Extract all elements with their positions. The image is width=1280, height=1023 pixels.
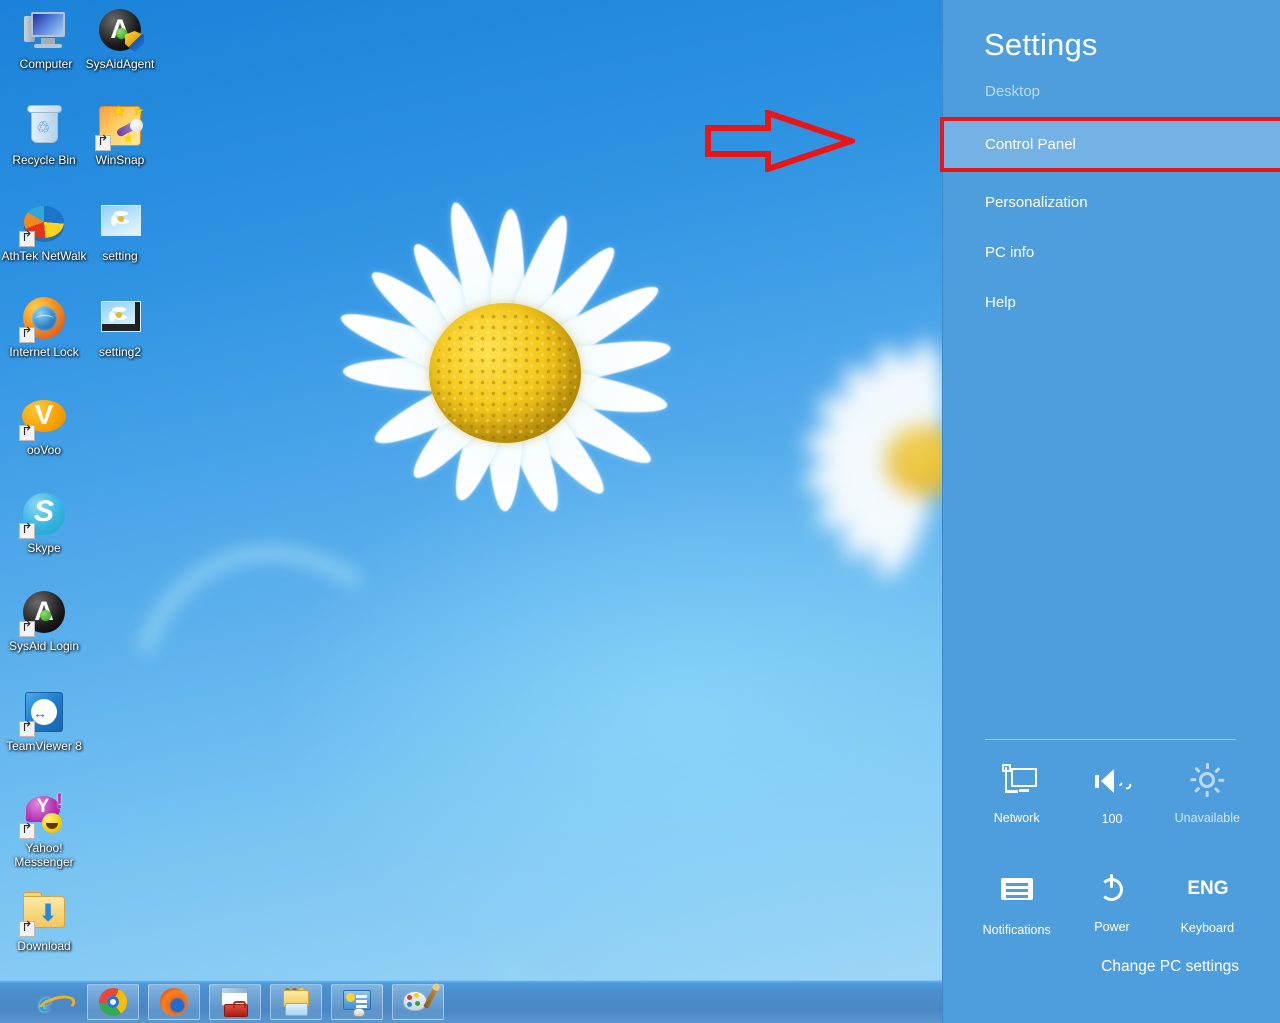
power-icon [1064,873,1159,913]
charm-item-personalization[interactable]: Personalization [943,185,1280,219]
firefox-icon [159,987,189,1017]
quick-setting-power[interactable]: Power [1064,870,1159,937]
desktop-icon-label: SysAid Login [8,639,80,653]
taskbar-button-google-chrome[interactable] [87,984,139,1020]
folder-icon [281,987,311,1017]
taskbar-button-internet-explorer[interactable]: e [26,984,78,1020]
taskbar-button-toolbox-app[interactable] [209,984,261,1020]
wallpaper-stem [409,608,942,985]
notifications-icon [969,876,1064,916]
internet-lock-icon [19,294,68,343]
keyboard-language-glyph: ENG [1187,878,1229,899]
charm-item-control-panel[interactable]: Control Panel [940,117,1280,172]
oovoo-icon [19,392,68,441]
paint-palette-icon [403,987,438,1017]
recycle-bin-icon: ♲ [20,102,68,150]
taskbar[interactable]: e [0,980,942,1023]
screen-root: Computer SysAidAgent ♲ Recycle Bin ★★ ★ … [0,0,1280,1023]
network-icon [969,764,1064,804]
charm-item-label: Personalization [985,193,1088,211]
skype-icon [19,490,68,539]
desktop-icon-label: SysAidAgent [85,57,155,71]
settings-charm-panel: Settings Desktop Control Panel Personali… [940,0,1280,1023]
control-panel-icon [342,987,372,1017]
keyboard-icon: ENG [1160,874,1255,914]
quick-setting-label: Power [1094,920,1130,934]
desktop-icon-label: ooVoo [26,443,62,457]
quick-setting-label: Keyboard [1180,921,1235,935]
winsnap-icon: ★ ★ ★ [95,102,144,151]
quick-setting-keyboard[interactable]: ENG Keyboard [1160,870,1255,937]
change-pc-settings-link[interactable]: Change PC settings [1101,958,1239,976]
quick-setting-notifications[interactable]: Notifications [969,870,1064,937]
quick-setting-volume[interactable]: 100 [1064,762,1159,826]
computer-icon [22,6,70,54]
charm-item-label: Help [985,293,1016,311]
teamviewer-icon: ↔ [19,688,68,737]
desktop-icon-download[interactable]: ⬇ Download [0,888,90,953]
charm-subtitle: Desktop [985,83,1041,100]
desktop-icon-label: WinSnap [95,153,145,167]
quick-setting-brightness[interactable]: Unavailable [1160,762,1255,826]
red-arrow-annotation [705,110,855,172]
desktop-icon-winsnap[interactable]: ★★ ★ WinSnap [74,102,166,167]
internet-explorer-icon: e [39,987,51,1017]
athtek-netwalk-icon [19,198,68,247]
charm-title: Settings [984,27,1098,62]
chrome-icon [98,987,128,1017]
wallpaper-daisy [270,95,740,655]
brightness-icon [1160,763,1255,804]
charm-divider [985,739,1236,740]
desktop-icon-label: setting2 [98,345,142,359]
volume-icon [1064,765,1159,805]
desktop-icon-skype[interactable]: Skype [0,490,90,555]
desktop-icon-setting[interactable]: setting [74,198,166,263]
desktop-icon-sysaidagent[interactable]: SysAidAgent [74,6,166,71]
quick-setting-network[interactable]: Network [969,762,1064,826]
desktop-icon-label: setting [102,249,138,263]
charm-item-label: PC info [985,243,1035,261]
quick-setting-label: Notifications [982,923,1051,937]
sysaid-agent-icon [96,6,144,54]
taskbar-button-file-explorer[interactable] [270,984,322,1020]
taskbar-button-mozilla-firefox[interactable] [148,984,200,1020]
quick-setting-label: 100 [1101,812,1123,826]
screenshot-thumbnail-icon [96,294,144,342]
desktop-icon-teamviewer[interactable]: ↔ TeamViewer 8 [0,688,90,753]
desktop-icon-label: Yahoo! Messenger [14,841,74,869]
desktop-icon-oovoo[interactable]: ooVoo [0,392,90,457]
charm-item-pc-info[interactable]: PC info [943,235,1280,269]
desktop-icon-yahoo-messenger[interactable]: ! Yahoo! Messenger [0,790,90,869]
quick-settings-grid: Network 100 Unavailable Notifications Po… [943,762,1280,937]
desktop-icon-label: Skype [27,541,61,555]
charm-item-help[interactable]: Help [943,285,1280,319]
quick-setting-label: Network [993,811,1040,825]
charm-item-label: Control Panel [985,136,1076,153]
quick-setting-label: Unavailable [1174,811,1240,825]
taskbar-button-system-utility[interactable] [331,984,383,1020]
sysaid-login-icon [19,588,68,637]
screenshot-thumbnail-icon [96,198,144,246]
download-folder-icon: ⬇ [19,888,68,937]
taskbar-button-paint[interactable] [392,984,444,1020]
toolbox-icon [220,987,250,1017]
wallpaper-background-daisy [760,310,942,610]
desktop-icon-sysaid-login[interactable]: SysAid Login [0,588,90,653]
desktop-wallpaper[interactable]: Computer SysAidAgent ♲ Recycle Bin ★★ ★ … [0,0,942,985]
yahoo-messenger-icon: ! [19,790,68,839]
desktop-icon-setting2[interactable]: setting2 [74,294,166,359]
desktop-icon-label: TeamViewer 8 [6,739,82,753]
desktop-icon-label: Download [17,939,71,953]
